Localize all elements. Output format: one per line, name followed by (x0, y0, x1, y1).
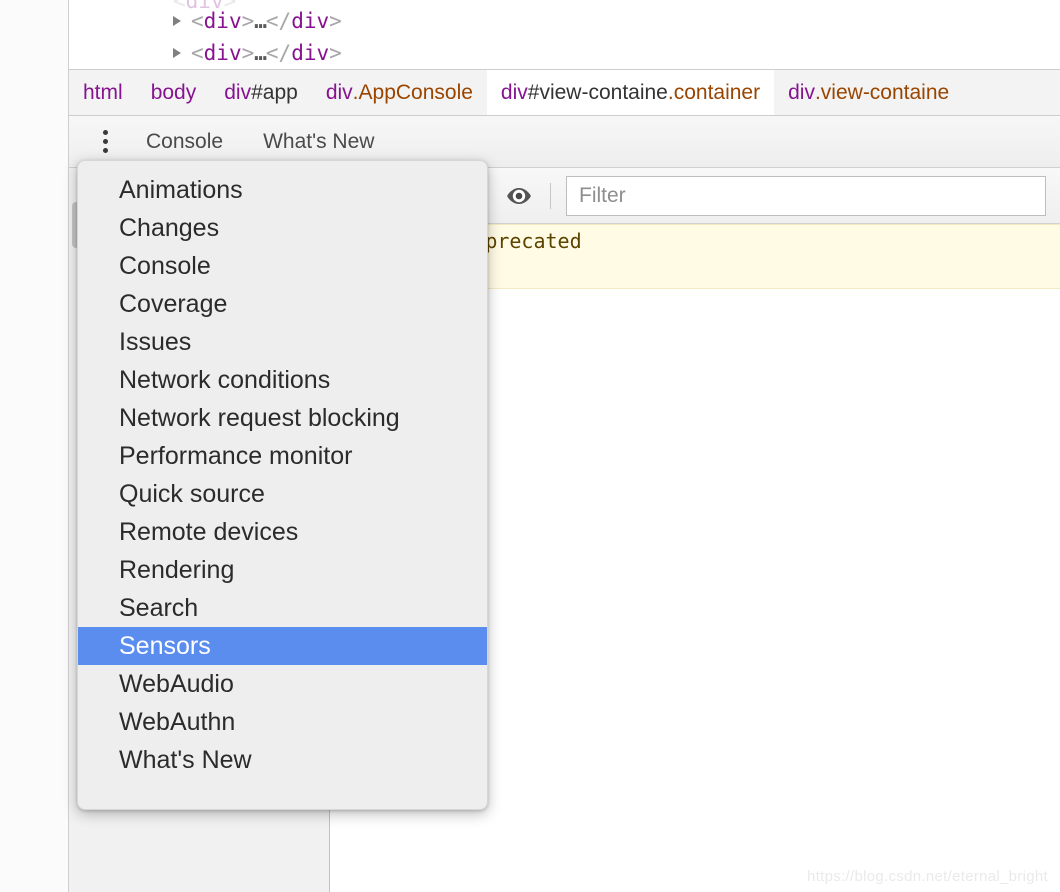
filter-input[interactable] (567, 176, 1045, 215)
breadcrumb-tag: div (224, 80, 252, 104)
breadcrumb-label: html (83, 80, 123, 104)
breadcrumb-tag: div (788, 80, 815, 104)
menu-item-webaudio[interactable]: WebAudio (78, 665, 487, 703)
breadcrumb-id: #view-containe (527, 80, 668, 104)
menu-item-whats-new[interactable]: What's New (78, 741, 487, 779)
breadcrumb-label: body (150, 80, 197, 104)
breadcrumb-item-div-app[interactable]: div #app (210, 70, 312, 115)
breadcrumb-id: #app (251, 80, 298, 104)
dom-row-ellipsis: … (254, 9, 267, 33)
more-tools-menu: Animations Changes Console Coverage Issu… (77, 160, 488, 810)
dom-row[interactable]: <div>…</div> (173, 38, 342, 68)
menu-item-sensors[interactable]: Sensors (78, 627, 487, 665)
expand-triangle-icon[interactable] (173, 48, 181, 58)
dom-row-ellipsis: … (254, 41, 267, 65)
devtools-window: <div> <div>…</div> <div>…</div> html bod… (0, 0, 1060, 892)
menu-item-coverage[interactable]: Coverage (78, 285, 487, 323)
menu-item-search[interactable]: Search (78, 589, 487, 627)
menu-item-network-conditions[interactable]: Network conditions (78, 361, 487, 399)
menu-item-webauthn[interactable]: WebAuthn (78, 703, 487, 741)
breadcrumb-class: .container (667, 80, 761, 104)
menu-item-changes[interactable]: Changes (78, 209, 487, 247)
breadcrumb: html body div #app div .AppConsole div #vie… (69, 70, 1060, 116)
menu-item-quick-source[interactable]: Quick source (78, 475, 487, 513)
breadcrumb-item-html[interactable]: html (69, 70, 137, 115)
breadcrumb-tag: div (500, 80, 528, 104)
watermark: https://blog.csdn.net/eternal_bright (807, 868, 1048, 885)
breadcrumb-class: .view-containe (814, 80, 950, 104)
breadcrumb-tag: div (325, 80, 353, 104)
breadcrumb-item-div-appconsole[interactable]: div .AppConsole (312, 70, 487, 115)
page-gutter (0, 0, 69, 892)
dom-row[interactable]: <div>…</div> (173, 6, 342, 36)
breadcrumb-item-body[interactable]: body (137, 70, 211, 115)
breadcrumb-class: .AppConsole (352, 80, 473, 104)
menu-item-network-request-blocking[interactable]: Network request blocking (78, 399, 487, 437)
elements-dom-tree[interactable]: <div> <div>…</div> <div>…</div> (69, 0, 1060, 70)
breadcrumb-item-div-view-containe-container[interactable]: div #view-containe .container (486, 70, 775, 115)
breadcrumb-item-div-view-containe[interactable]: div .view-containe (774, 70, 963, 115)
menu-item-rendering[interactable]: Rendering (78, 551, 487, 589)
toolbar-separator (550, 182, 551, 209)
filter-field[interactable] (566, 175, 1046, 216)
eye-icon[interactable] (502, 179, 536, 213)
more-tools-kebab-icon[interactable] (88, 130, 122, 153)
expand-triangle-icon[interactable] (173, 16, 181, 26)
menu-item-animations[interactable]: Animations (78, 171, 487, 209)
menu-item-console[interactable]: Console (78, 247, 487, 285)
menu-item-remote-devices[interactable]: Remote devices (78, 513, 487, 551)
menu-item-performance-monitor[interactable]: Performance monitor (78, 437, 487, 475)
menu-item-issues[interactable]: Issues (78, 323, 487, 361)
